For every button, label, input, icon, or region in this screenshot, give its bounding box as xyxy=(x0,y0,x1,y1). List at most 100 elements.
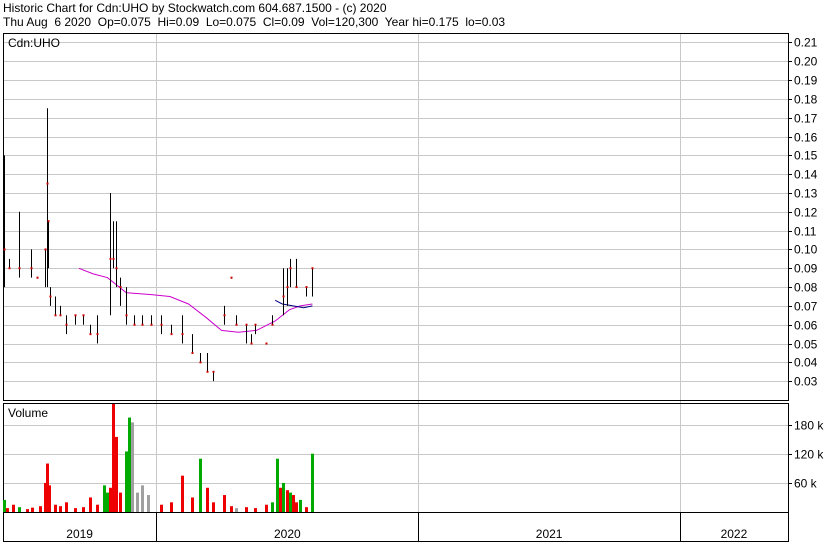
period-label: 2019 xyxy=(66,527,93,541)
volume-panel-title: Volume xyxy=(8,406,48,420)
close-marker xyxy=(245,323,248,326)
close-marker xyxy=(44,248,47,251)
volume-bar xyxy=(115,436,118,512)
volume-bar xyxy=(18,507,21,512)
close-marker xyxy=(74,314,77,317)
close-marker xyxy=(191,351,194,354)
price-tick-label: 0.15 xyxy=(794,149,818,163)
close-marker xyxy=(212,370,215,373)
close-marker xyxy=(250,342,253,345)
close-marker xyxy=(199,361,202,364)
volume-bar xyxy=(282,482,285,512)
volume-bar xyxy=(147,495,150,512)
close-marker xyxy=(305,286,308,289)
close-marker xyxy=(133,323,136,326)
close-marker xyxy=(36,276,39,279)
close-marker xyxy=(160,323,163,326)
close-marker xyxy=(54,314,57,317)
close-marker xyxy=(18,267,21,270)
price-tick-label: 0.04 xyxy=(794,356,818,370)
close-marker xyxy=(282,295,285,298)
close-marker xyxy=(59,314,62,317)
chart-canvas: 0.03 0.04 0.05 0.06 0.07 0.08 0.09 0.10 0.11 0.12… xyxy=(3,33,824,542)
price-tick-label: 0.18 xyxy=(794,93,818,107)
close-marker xyxy=(82,314,85,317)
volume-bar xyxy=(299,499,302,512)
volume-bar xyxy=(276,458,279,512)
volume-bar xyxy=(48,485,51,512)
price-tick-label: 0.05 xyxy=(794,338,818,352)
price-panel-title: Cdn:UHO xyxy=(8,36,60,50)
close-marker xyxy=(49,295,52,298)
close-marker xyxy=(65,323,68,326)
price-tick-label: 0.12 xyxy=(794,206,818,220)
close-marker xyxy=(206,370,209,373)
price-tick-label: 0.16 xyxy=(794,131,818,145)
volume-bar xyxy=(181,475,184,512)
volume-bar xyxy=(109,487,112,512)
price-tick-label: 0.21 xyxy=(794,36,818,50)
volume-bar xyxy=(74,508,77,512)
price-tick-label: 0.07 xyxy=(794,300,818,314)
volume-bar xyxy=(160,504,163,512)
close-marker xyxy=(230,276,233,279)
moving-average-line xyxy=(78,267,313,333)
volume-bar xyxy=(119,492,122,512)
close-marker xyxy=(46,182,49,185)
period-label: 2020 xyxy=(274,527,301,541)
price-tick-label: 0.08 xyxy=(794,281,818,295)
volume-bar xyxy=(311,453,314,512)
volume-bar xyxy=(271,502,274,512)
close-marker xyxy=(96,333,99,336)
volume-bar xyxy=(295,502,298,512)
close-marker xyxy=(254,323,257,326)
close-marker xyxy=(30,267,33,270)
volume-bar xyxy=(191,497,194,512)
close-marker xyxy=(235,323,238,326)
volume-bar xyxy=(141,485,144,512)
volume-bar xyxy=(59,506,62,512)
volume-bar xyxy=(279,487,282,512)
volume-tick-label: 120 k xyxy=(794,448,824,462)
volume-bar xyxy=(235,508,238,512)
volume-bar xyxy=(136,492,139,512)
price-tick-label: 0.13 xyxy=(794,187,818,201)
close-marker xyxy=(286,286,289,289)
volume-bar xyxy=(230,506,233,512)
period-label: 2021 xyxy=(536,527,563,541)
price-tick-label: 0.09 xyxy=(794,262,818,276)
close-marker xyxy=(223,314,226,317)
volume-tick-label: 180 k xyxy=(794,419,824,433)
period-label: 2022 xyxy=(721,527,748,541)
close-marker xyxy=(289,267,292,270)
time-axis-frame xyxy=(3,512,789,542)
volume-bar xyxy=(89,497,92,512)
price-tick-label: 0.11 xyxy=(794,225,817,239)
close-marker xyxy=(125,314,128,317)
volume-bar xyxy=(54,504,57,512)
price-tick-label: 0.10 xyxy=(794,243,818,257)
volume-bar xyxy=(199,458,202,512)
volume-tick-label: 60 k xyxy=(794,477,818,491)
volume-bar xyxy=(103,485,106,512)
volume-bar xyxy=(106,492,109,512)
close-marker xyxy=(271,323,274,326)
close-marker xyxy=(8,267,11,270)
volume-bar xyxy=(3,499,6,512)
volume-bar xyxy=(305,507,308,512)
stock-chart: Historic Chart for Cdn:UHO by Stockwatch… xyxy=(0,0,830,543)
close-marker xyxy=(295,286,298,289)
close-marker xyxy=(3,248,6,251)
volume-bar xyxy=(170,502,173,512)
price-tick-label: 0.03 xyxy=(794,375,818,389)
volume-bar xyxy=(206,487,209,512)
volume-bar xyxy=(26,509,29,512)
volume-bar xyxy=(128,417,131,512)
volume-bar xyxy=(254,508,257,512)
volume-bar xyxy=(112,404,115,512)
volume-bar xyxy=(31,507,34,512)
volume-bar xyxy=(125,451,128,512)
price-tick-label: 0.14 xyxy=(794,168,818,182)
price-panel-frame xyxy=(3,33,789,401)
price-tick-label: 0.17 xyxy=(794,112,818,126)
